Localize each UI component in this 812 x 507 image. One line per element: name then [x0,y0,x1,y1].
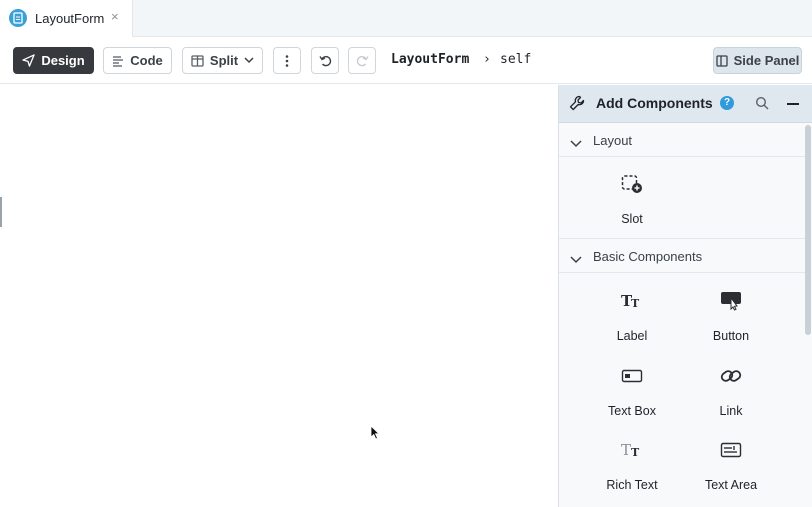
breadcrumb-form[interactable]: LayoutForm [391,52,469,67]
breadcrumb-self[interactable]: self [500,52,531,67]
component-label: Text Area [704,478,758,492]
textbox-icon [620,364,644,388]
split-view-icon [191,54,204,67]
send-icon [22,54,36,67]
code-lines-icon [112,55,124,67]
component-label: Button [712,329,750,343]
wrench-icon [569,95,585,116]
component-button[interactable]: Button [681,289,781,359]
minimize-icon[interactable] [787,103,799,105]
mouse-pointer-icon [370,425,380,445]
form-file-icon [9,9,27,27]
component-label: Rich Text [606,478,658,492]
slot-icon [620,172,644,196]
side-panel-label: Side Panel [733,53,800,68]
search-icon[interactable] [755,96,769,115]
undo-icon [318,54,332,67]
component-rich-text[interactable]: TT Rich Text [582,438,682,507]
panel-scrollbar[interactable] [805,125,811,335]
panel-title: Add Components [596,95,713,111]
split-dropdown[interactable]: Split [182,47,263,74]
component-slot[interactable]: Slot [582,172,682,242]
text-area-icon [719,438,743,462]
tab-title: LayoutForm [35,11,105,26]
svg-text:T: T [621,442,631,458]
more-vertical-icon [285,54,289,67]
code-label: Code [130,53,163,68]
rich-text-icon: TT [620,438,644,462]
redo-icon [356,54,369,67]
component-text-area[interactable]: Text Area [681,438,781,507]
tab-close-icon[interactable]: × [111,10,119,24]
toolbar: Design Code Split LayoutForm › self Side… [0,37,812,84]
split-label: Split [209,53,239,68]
chevron-down-icon [570,135,582,153]
tab-bar: LayoutForm × [0,0,812,37]
component-label-item[interactable]: TT Label [582,289,682,359]
component-label: Slot [621,212,643,226]
section-layout-header[interactable]: Layout [559,123,805,157]
code-button[interactable]: Code [103,47,172,74]
component-link[interactable]: Link [681,364,781,434]
more-options-button[interactable] [273,47,301,74]
redo-button[interactable] [348,47,376,74]
help-icon[interactable]: ? [720,96,734,110]
svg-text:T: T [631,446,640,458]
design-canvas[interactable] [0,85,558,507]
side-panel-icon [715,54,728,67]
label-text-icon: TT [620,289,644,313]
add-components-panel: Add Components ? Layout Slot Basic Compo… [558,85,812,507]
section-basic-label: Basic Components [593,249,703,264]
svg-text:T: T [631,297,640,309]
link-icon [719,364,743,388]
button-pointer-icon [719,289,743,313]
breadcrumb-separator: › [483,52,491,67]
chevron-down-icon [244,57,254,64]
design-button[interactable]: Design [13,47,94,74]
panel-header: Add Components ? [559,85,812,123]
section-layout-label: Layout [593,133,633,148]
undo-button[interactable] [311,47,339,74]
side-panel-button[interactable]: Side Panel [713,47,802,74]
component-label: Link [719,404,743,418]
component-label: Label [616,329,648,343]
component-label: Text Box [608,404,656,418]
tab-layoutform[interactable]: LayoutForm × [0,0,133,37]
canvas-edge-marker [0,197,2,227]
chevron-down-icon [570,251,582,269]
component-text-box[interactable]: Text Box [582,364,682,434]
design-label: Design [41,53,85,68]
section-basic-header[interactable]: Basic Components [559,239,805,273]
